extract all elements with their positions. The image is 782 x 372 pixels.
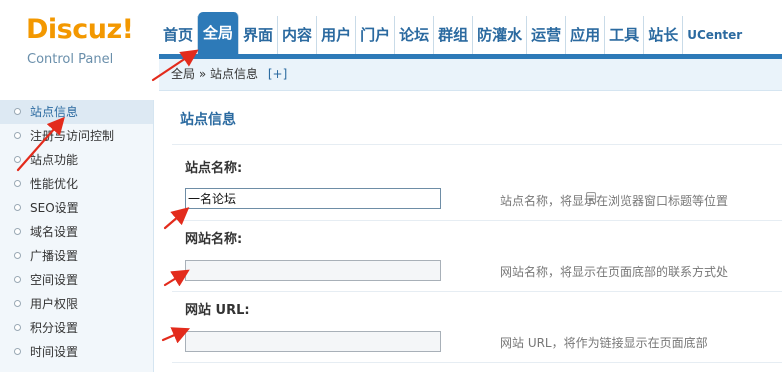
circle-bullet-icon — [14, 300, 21, 307]
divider — [172, 220, 782, 221]
breadcrumb: 全局 » 站点信息 [+] — [159, 59, 782, 91]
sidebar-item-label: 域名设置 — [30, 225, 79, 239]
page-title: 站点信息 — [180, 112, 236, 128]
nav-groups[interactable]: 群组 — [434, 16, 474, 54]
header: Discuz! Control Panel 首页 全局 界面 内容 用户 门户 … — [0, 0, 782, 67]
sidebar-item-label: 站点信息 — [30, 105, 79, 119]
circle-bullet-icon — [14, 204, 21, 211]
sidebar-item-label: 站点功能 — [30, 153, 79, 167]
circle-bullet-icon — [14, 180, 21, 187]
divider — [172, 362, 782, 363]
sidebar-item-label: 积分设置 — [30, 321, 79, 335]
main-panel: 站点信息 站点名称: 站点名称，将显示在浏览器窗口标题等位置 网站名称: 网站名… — [159, 92, 782, 372]
sidebar-item-site-info[interactable]: 站点信息 — [0, 100, 153, 124]
divider — [172, 291, 782, 292]
sidebar-item-domain[interactable]: 域名设置 — [0, 220, 153, 244]
logo-text: Discuz! — [26, 14, 134, 45]
sidebar-item-label: SEO设置 — [30, 201, 79, 215]
add-shortcut-link[interactable]: [+] — [268, 67, 287, 81]
circle-bullet-icon — [14, 228, 21, 235]
web-name-hint: 网站名称，将显示在页面底部的联系方式处 — [500, 265, 729, 279]
sidebar-item-space[interactable]: 空间设置 — [0, 268, 153, 292]
circle-bullet-icon — [14, 108, 21, 115]
nav-interface[interactable]: 界面 — [239, 16, 279, 54]
sidebar-item-label: 时间设置 — [30, 345, 79, 359]
sidebar-item-performance[interactable]: 性能优化 — [0, 172, 153, 196]
site-name-input[interactable] — [185, 188, 441, 209]
site-name-label: 站点名称: — [185, 161, 243, 176]
sidebar-item-permissions[interactable]: 用户权限 — [0, 292, 153, 316]
web-url-input[interactable] — [185, 331, 441, 352]
nav-antispam[interactable]: 防灌水 — [473, 16, 528, 54]
nav-tools[interactable]: 工具 — [605, 16, 645, 54]
sidebar-item-broadcast[interactable]: 广播设置 — [0, 244, 153, 268]
sidebar: 站点信息 注册与访问控制 站点功能 性能优化 SEO设置 域名设置 广播设置 空… — [0, 100, 154, 372]
nav-content[interactable]: 内容 — [278, 16, 318, 54]
sidebar-item-label: 空间设置 — [30, 273, 79, 287]
nav-webmaster[interactable]: 站长 — [644, 16, 684, 54]
circle-bullet-icon — [14, 324, 21, 331]
breadcrumb-separator: » — [198, 67, 207, 81]
web-url-hint: 网站 URL，将作为链接显示在页面底部 — [500, 336, 708, 350]
logo[interactable]: Discuz! Control Panel — [26, 14, 136, 70]
sidebar-item-credits[interactable]: 积分设置 — [0, 316, 153, 340]
sidebar-item-time[interactable]: 时间设置 — [0, 340, 153, 364]
nav-portal[interactable]: 门户 — [356, 16, 396, 54]
top-nav: 首页 全局 界面 内容 用户 门户 论坛 群组 防灌水 运营 应用 工具 站长 … — [159, 12, 746, 54]
breadcrumb-root[interactable]: 全局 — [171, 67, 195, 81]
logo-subtitle: Control Panel — [27, 52, 114, 67]
sidebar-item-label: 用户权限 — [30, 297, 79, 311]
nav-forum[interactable]: 论坛 — [395, 16, 435, 54]
circle-bullet-icon — [14, 252, 21, 259]
circle-bullet-icon — [14, 156, 21, 163]
sidebar-item-site-features[interactable]: 站点功能 — [0, 148, 153, 172]
web-name-label: 网站名称: — [185, 232, 243, 247]
nav-operations[interactable]: 运营 — [527, 16, 567, 54]
nav-users[interactable]: 用户 — [317, 16, 357, 54]
breadcrumb-current: 站点信息 — [210, 67, 259, 81]
sidebar-item-label: 广播设置 — [30, 249, 79, 263]
nav-home[interactable]: 首页 — [159, 16, 199, 54]
sidebar-item-seo[interactable]: SEO设置 — [0, 196, 153, 220]
nav-ucenter[interactable]: UCenter — [683, 16, 746, 54]
sidebar-item-registration[interactable]: 注册与访问控制 — [0, 124, 153, 148]
web-name-input[interactable] — [185, 260, 441, 281]
circle-bullet-icon — [14, 132, 21, 139]
sidebar-item-label: 注册与访问控制 — [30, 129, 115, 143]
nav-apps[interactable]: 应用 — [566, 16, 606, 54]
circle-bullet-icon — [14, 348, 21, 355]
nav-global[interactable]: 全局 — [198, 12, 240, 54]
site-name-hint: 站点名称，将显示在浏览器窗口标题等位置 — [500, 194, 729, 208]
sidebar-item-label: 性能优化 — [30, 177, 79, 191]
web-url-label: 网站 URL: — [185, 303, 250, 318]
circle-bullet-icon — [14, 276, 21, 283]
divider — [172, 144, 782, 145]
